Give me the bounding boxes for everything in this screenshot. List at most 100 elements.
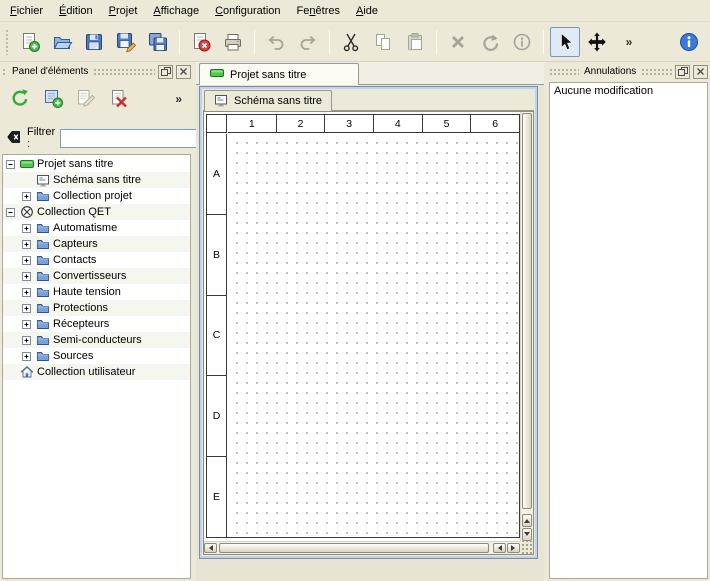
tab-project[interactable]: Projet sans titre [199, 63, 359, 85]
tree-item-collection-projet[interactable]: Collection projet [3, 188, 190, 204]
toolbar-handle[interactable] [5, 29, 10, 55]
scroll-up-button[interactable] [522, 514, 532, 527]
save-as-button[interactable] [111, 27, 141, 57]
menu-projet[interactable]: Projet [101, 0, 146, 21]
tree-item-haute-tension[interactable]: Haute tension [3, 284, 190, 300]
tree-item-label: Semi-conducteurs [53, 334, 142, 346]
menu-edition[interactable]: Édition [51, 0, 101, 21]
elements-panel-title: Panel d'éléments [10, 66, 90, 77]
expand-icon[interactable] [22, 304, 33, 313]
menu-configuration[interactable]: Configuration [207, 0, 288, 21]
menu-fenetres[interactable]: Fenêtres [289, 0, 348, 21]
elements-panel-header[interactable]: Panel d'éléments [2, 64, 191, 79]
dock-close-button[interactable] [176, 65, 191, 79]
diagram-grid[interactable] [228, 134, 519, 537]
move-view-button[interactable] [582, 27, 612, 57]
edit-element-icon [75, 87, 97, 112]
expand-icon[interactable] [22, 352, 33, 361]
undo-panel-header[interactable]: Annulations [549, 64, 708, 79]
tree-item-label: Capteurs [53, 238, 98, 250]
tree-item-contacts[interactable]: Contacts [3, 252, 190, 268]
tree-item-recepteurs[interactable]: Récepteurs [3, 316, 190, 332]
tree-item-sources[interactable]: Sources [3, 348, 190, 364]
expand-icon[interactable] [22, 320, 33, 329]
select-arrow-button[interactable] [550, 27, 580, 57]
elements-tree: Projet sans titreSchéma sans titre Collec… [2, 154, 191, 579]
cut-button[interactable] [336, 27, 366, 57]
expand-icon[interactable] [22, 288, 33, 297]
tree-item-schema-sans-titre[interactable]: Schéma sans titre [3, 172, 190, 188]
filter-input[interactable] [60, 129, 210, 148]
diagram-canvas[interactable]: 123456 ABCDE [204, 112, 520, 541]
save-button[interactable] [79, 27, 109, 57]
delete-element-icon [108, 87, 130, 112]
expand-icon[interactable] [22, 192, 33, 201]
new-element-icon [42, 87, 64, 112]
scroll-left-button[interactable] [204, 543, 217, 553]
tree-item-label: Collection projet [53, 190, 132, 202]
vertical-scrollbar-thumb[interactable] [522, 113, 532, 509]
new-element-button[interactable] [38, 84, 68, 114]
reload-collections-button[interactable] [5, 84, 35, 114]
scroll-right-button[interactable] [507, 543, 520, 553]
dock-close-button[interactable] [693, 65, 708, 79]
collapse-icon[interactable] [6, 160, 17, 169]
tree-item-collection-utilisateur[interactable]: Collection utilisateur [3, 364, 190, 380]
overflow-chevron-button[interactable]: » [614, 27, 644, 57]
save-all-icon [147, 31, 169, 53]
toolbar-separator [543, 30, 544, 54]
collapse-icon[interactable] [6, 208, 17, 217]
expand-icon[interactable] [22, 336, 33, 345]
expand-icon[interactable] [22, 256, 33, 265]
clear-filter-button[interactable] [6, 130, 22, 146]
open-file-button[interactable] [47, 27, 77, 57]
copy-icon [372, 31, 394, 53]
undo-list: Aucune modification [549, 82, 708, 579]
new-file-icon [19, 31, 41, 53]
filter-label: Filtrer : [27, 126, 55, 150]
dock-float-button[interactable] [158, 65, 173, 79]
horizontal-scrollbar[interactable] [204, 541, 520, 554]
row-label: E [207, 456, 226, 537]
menu-aide[interactable]: Aide [348, 0, 386, 21]
diagram-page[interactable]: 123456 ABCDE [206, 114, 520, 538]
undo-panel: Annulations Aucune modification [547, 62, 710, 581]
tree-item-capteurs[interactable]: Capteurs [3, 236, 190, 252]
tree-item-label: Haute tension [53, 286, 121, 298]
tree-item-label: Collection utilisateur [37, 366, 135, 378]
elements-toolbar-overflow[interactable]: » [169, 92, 188, 106]
scroll-left-button-2[interactable] [493, 543, 506, 553]
expand-icon[interactable] [22, 240, 33, 249]
menu-fichier[interactable]: Fichier [2, 0, 51, 21]
tree-item-label: Automatisme [53, 222, 117, 234]
dock-float-button[interactable] [675, 65, 690, 79]
tree-item-automatisme[interactable]: Automatisme [3, 220, 190, 236]
tree-item-label: Récepteurs [53, 318, 109, 330]
vertical-scrollbar[interactable] [520, 112, 533, 541]
column-label: 4 [373, 115, 422, 132]
column-label: 3 [324, 115, 373, 132]
tree-item-label: Collection QET [37, 206, 111, 218]
select-arrow-icon [554, 31, 576, 53]
menu-affichage[interactable]: Affichage [145, 0, 207, 21]
tree-item-protections[interactable]: Protections [3, 300, 190, 316]
tree-item-projet-sans-titre[interactable]: Projet sans titre [3, 156, 190, 172]
resize-grip[interactable] [520, 541, 533, 554]
about-info-button[interactable] [674, 27, 704, 57]
row-label: D [207, 375, 226, 456]
tree-item-semi-conducteurs[interactable]: Semi-conducteurs [3, 332, 190, 348]
reload-collections-icon [9, 87, 31, 112]
expand-icon[interactable] [22, 272, 33, 281]
horizontal-scrollbar-thumb[interactable] [219, 543, 489, 553]
tab-schema[interactable]: Schéma sans titre [204, 90, 332, 111]
tree-item-collection-qet[interactable]: Collection QET [3, 204, 190, 220]
arrow-up-icon [524, 516, 530, 523]
expand-icon[interactable] [22, 224, 33, 233]
print-button[interactable] [218, 27, 248, 57]
scroll-down-button[interactable] [522, 528, 532, 541]
new-file-button[interactable] [15, 27, 45, 57]
save-all-button[interactable] [143, 27, 173, 57]
tree-item-convertisseurs[interactable]: Convertisseurs [3, 268, 190, 284]
delete-element-button[interactable] [104, 84, 134, 114]
close-file-button[interactable] [186, 27, 216, 57]
